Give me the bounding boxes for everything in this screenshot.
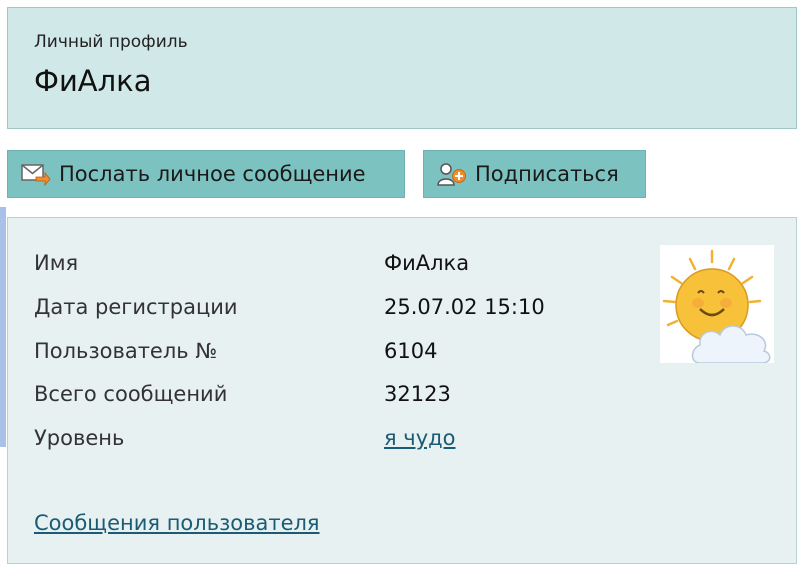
send-message-label: Послать личное сообщение (59, 162, 366, 186)
registration-date-value: 25.07.02 15:10 (384, 295, 545, 319)
send-message-button[interactable]: Послать личное сообщение (7, 150, 405, 198)
level-link[interactable]: я чудо (384, 426, 456, 450)
user-number-label: Пользователь № (34, 339, 218, 363)
name-value: ФиАлка (384, 251, 470, 275)
profile-header: Личный профиль ФиАлка (7, 7, 797, 129)
sun-avatar-icon (662, 249, 771, 363)
total-posts-label: Всего сообщений (34, 382, 228, 406)
registration-date-label: Дата регистрации (34, 295, 238, 319)
page-subtitle: Личный профиль (34, 32, 188, 52)
left-accent-bar (0, 207, 6, 447)
user-number-value: 6104 (384, 339, 438, 363)
name-label: Имя (34, 251, 79, 275)
profile-info-panel: Имя ФиАлка Дата регистрации 25.07.02 15:… (7, 217, 797, 564)
subscribe-button[interactable]: Подписаться (423, 150, 646, 198)
avatar (660, 245, 774, 363)
user-posts-link[interactable]: Сообщения пользователя (34, 511, 320, 535)
level-label: Уровень (34, 426, 125, 450)
add-user-icon (437, 161, 467, 187)
envelope-icon (21, 161, 51, 187)
subscribe-label: Подписаться (475, 162, 619, 186)
page-title: ФиАлка (34, 64, 152, 98)
total-posts-value: 32123 (384, 382, 451, 406)
